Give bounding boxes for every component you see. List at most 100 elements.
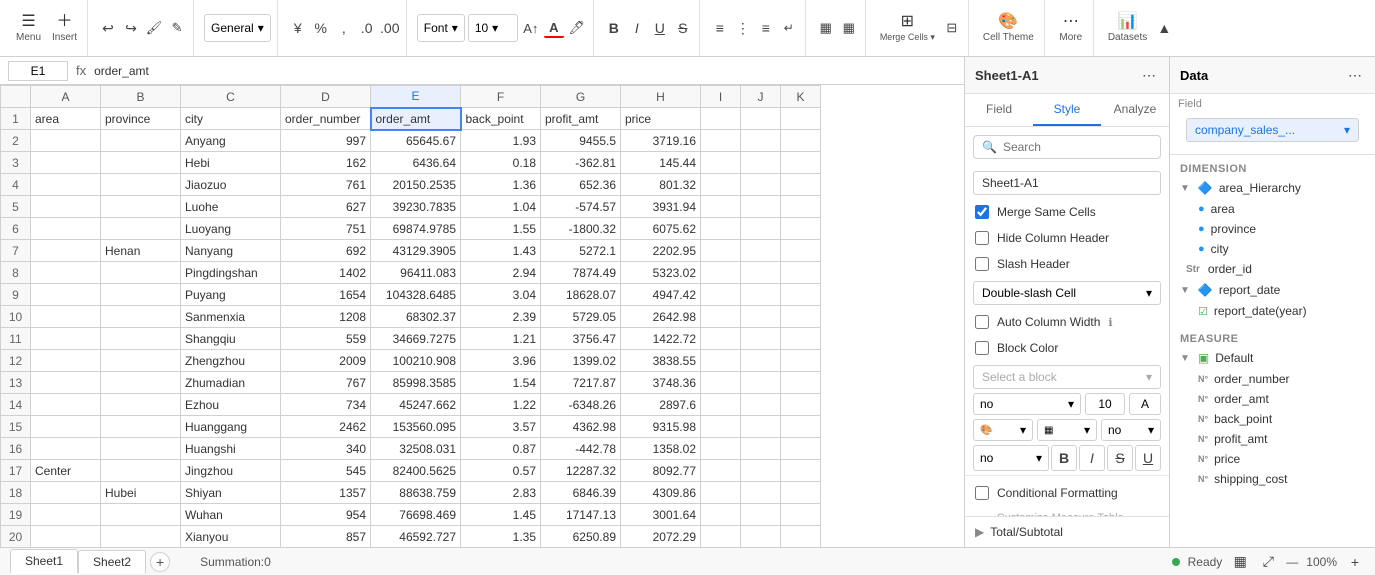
cell-theme-button[interactable]: 🎨 Cell Theme	[979, 6, 1038, 50]
col-header-A[interactable]: A	[31, 86, 101, 108]
cell-K1[interactable]	[781, 108, 821, 130]
cell-J19[interactable]	[741, 504, 781, 526]
cell-F17[interactable]: 0.57	[461, 460, 541, 482]
menu-button[interactable]: ☰ Menu	[12, 6, 45, 50]
cell-K4[interactable]	[781, 174, 821, 196]
cell-H8[interactable]: 5323.02	[621, 262, 701, 284]
cell-E5[interactable]: 39230.7835	[371, 196, 461, 218]
cell-C18[interactable]: Shiyan	[181, 482, 281, 504]
cell-B5[interactable]	[101, 196, 181, 218]
cell-F4[interactable]: 1.36	[461, 174, 541, 196]
search-input[interactable]	[1003, 140, 1158, 154]
underline-button[interactable]: U	[650, 18, 670, 38]
cell-G10[interactable]: 5729.05	[541, 306, 621, 328]
cell-J11[interactable]	[741, 328, 781, 350]
cell-D5[interactable]: 627	[281, 196, 371, 218]
row-header[interactable]: 7	[1, 240, 31, 262]
select-block-dropdown[interactable]: Select a block ▾	[973, 365, 1161, 389]
row-header[interactable]: 5	[1, 196, 31, 218]
cell-C2[interactable]: Anyang	[181, 130, 281, 152]
field-selector[interactable]: company_sales_... ▾	[1186, 118, 1359, 142]
cell-J7[interactable]	[741, 240, 781, 262]
cell-F18[interactable]: 2.83	[461, 482, 541, 504]
zoom-in-button[interactable]: +	[1345, 552, 1365, 572]
cell-E7[interactable]: 43129.3905	[371, 240, 461, 262]
double-slash-dropdown[interactable]: Double-slash Cell ▾	[973, 281, 1161, 305]
cell-I12[interactable]	[701, 350, 741, 372]
cell-C7[interactable]: Nanyang	[181, 240, 281, 262]
cell-C12[interactable]: Zhengzhou	[181, 350, 281, 372]
cell-K16[interactable]	[781, 438, 821, 460]
cell-E16[interactable]: 32508.031	[371, 438, 461, 460]
cell-B2[interactable]	[101, 130, 181, 152]
cell-A9[interactable]	[31, 284, 101, 306]
city-item[interactable]: ● city	[1170, 239, 1375, 259]
cell-H9[interactable]: 4947.42	[621, 284, 701, 306]
cell-K6[interactable]	[781, 218, 821, 240]
cell-C5[interactable]: Luohe	[181, 196, 281, 218]
cell-E20[interactable]: 46592.727	[371, 526, 461, 548]
tab-analyze[interactable]: Analyze	[1101, 94, 1169, 126]
cell-D18[interactable]: 1357	[281, 482, 371, 504]
cell-A5[interactable]	[31, 196, 101, 218]
cell-K12[interactable]	[781, 350, 821, 372]
font-color-ctrl[interactable]: A	[1129, 393, 1161, 415]
cell-C20[interactable]: Xianyou	[181, 526, 281, 548]
cell-J1[interactable]	[741, 108, 781, 130]
cell-G11[interactable]: 3756.47	[541, 328, 621, 350]
redo-button[interactable]: ↪	[121, 18, 141, 38]
cell-B19[interactable]	[101, 504, 181, 526]
province-item[interactable]: ● province	[1170, 219, 1375, 239]
cell-E19[interactable]: 76698.469	[371, 504, 461, 526]
font-dropdown[interactable]: Font ▾	[417, 14, 465, 42]
bold-button[interactable]: B	[604, 18, 624, 38]
auto-column-width-checkbox[interactable]	[975, 315, 989, 329]
align-center-button[interactable]: ⋮	[733, 18, 753, 38]
cell-D1[interactable]: order_number	[281, 108, 371, 130]
paint-format-button[interactable]: 🖌	[144, 18, 164, 38]
cell-E4[interactable]: 20150.2535	[371, 174, 461, 196]
cell-G17[interactable]: 12287.32	[541, 460, 621, 482]
cell-B18[interactable]: Hubei	[101, 482, 181, 504]
col-header-H[interactable]: H	[621, 86, 701, 108]
cell-B17[interactable]	[101, 460, 181, 482]
slash-header-row[interactable]: Slash Header	[965, 251, 1169, 277]
cell-B10[interactable]	[101, 306, 181, 328]
profit-amt-item[interactable]: N° profit_amt	[1170, 429, 1375, 449]
col-header-K[interactable]: K	[781, 86, 821, 108]
cell-B7[interactable]: Henan	[101, 240, 181, 262]
cell-G5[interactable]: -574.57	[541, 196, 621, 218]
col-header-B[interactable]: B	[101, 86, 181, 108]
col-header-J[interactable]: J	[741, 86, 781, 108]
cell-D13[interactable]: 767	[281, 372, 371, 394]
no-style-dropdown[interactable]: no ▾	[973, 445, 1049, 471]
align-right-button[interactable]: ≡	[756, 18, 776, 38]
cell-D15[interactable]: 2462	[281, 416, 371, 438]
cell-C1[interactable]: city	[181, 108, 281, 130]
cell-G12[interactable]: 1399.02	[541, 350, 621, 372]
cell-F1[interactable]: back_point	[461, 108, 541, 130]
order-id-item[interactable]: Str order_id	[1170, 259, 1375, 279]
cell-I13[interactable]	[701, 372, 741, 394]
cell-F11[interactable]: 1.21	[461, 328, 541, 350]
cell-D4[interactable]: 761	[281, 174, 371, 196]
hide-column-header-checkbox[interactable]	[975, 231, 989, 245]
cell-G15[interactable]: 4362.98	[541, 416, 621, 438]
cell-G19[interactable]: 17147.13	[541, 504, 621, 526]
style-underline-button[interactable]: U	[1135, 445, 1161, 471]
panel-search[interactable]: 🔍 ⋮	[973, 135, 1161, 159]
row-header[interactable]: 17	[1, 460, 31, 482]
cell-B9[interactable]	[101, 284, 181, 306]
cell-K13[interactable]	[781, 372, 821, 394]
cell-B1[interactable]: province	[101, 108, 181, 130]
cell-A8[interactable]	[31, 262, 101, 284]
currency-button[interactable]: ¥	[288, 18, 308, 38]
cell-A16[interactable]	[31, 438, 101, 460]
row-header[interactable]: 6	[1, 218, 31, 240]
cell-J10[interactable]	[741, 306, 781, 328]
cell-D3[interactable]: 162	[281, 152, 371, 174]
row-header[interactable]: 11	[1, 328, 31, 350]
col-header-C[interactable]: C	[181, 86, 281, 108]
cell-I1[interactable]	[701, 108, 741, 130]
cell-K17[interactable]	[781, 460, 821, 482]
